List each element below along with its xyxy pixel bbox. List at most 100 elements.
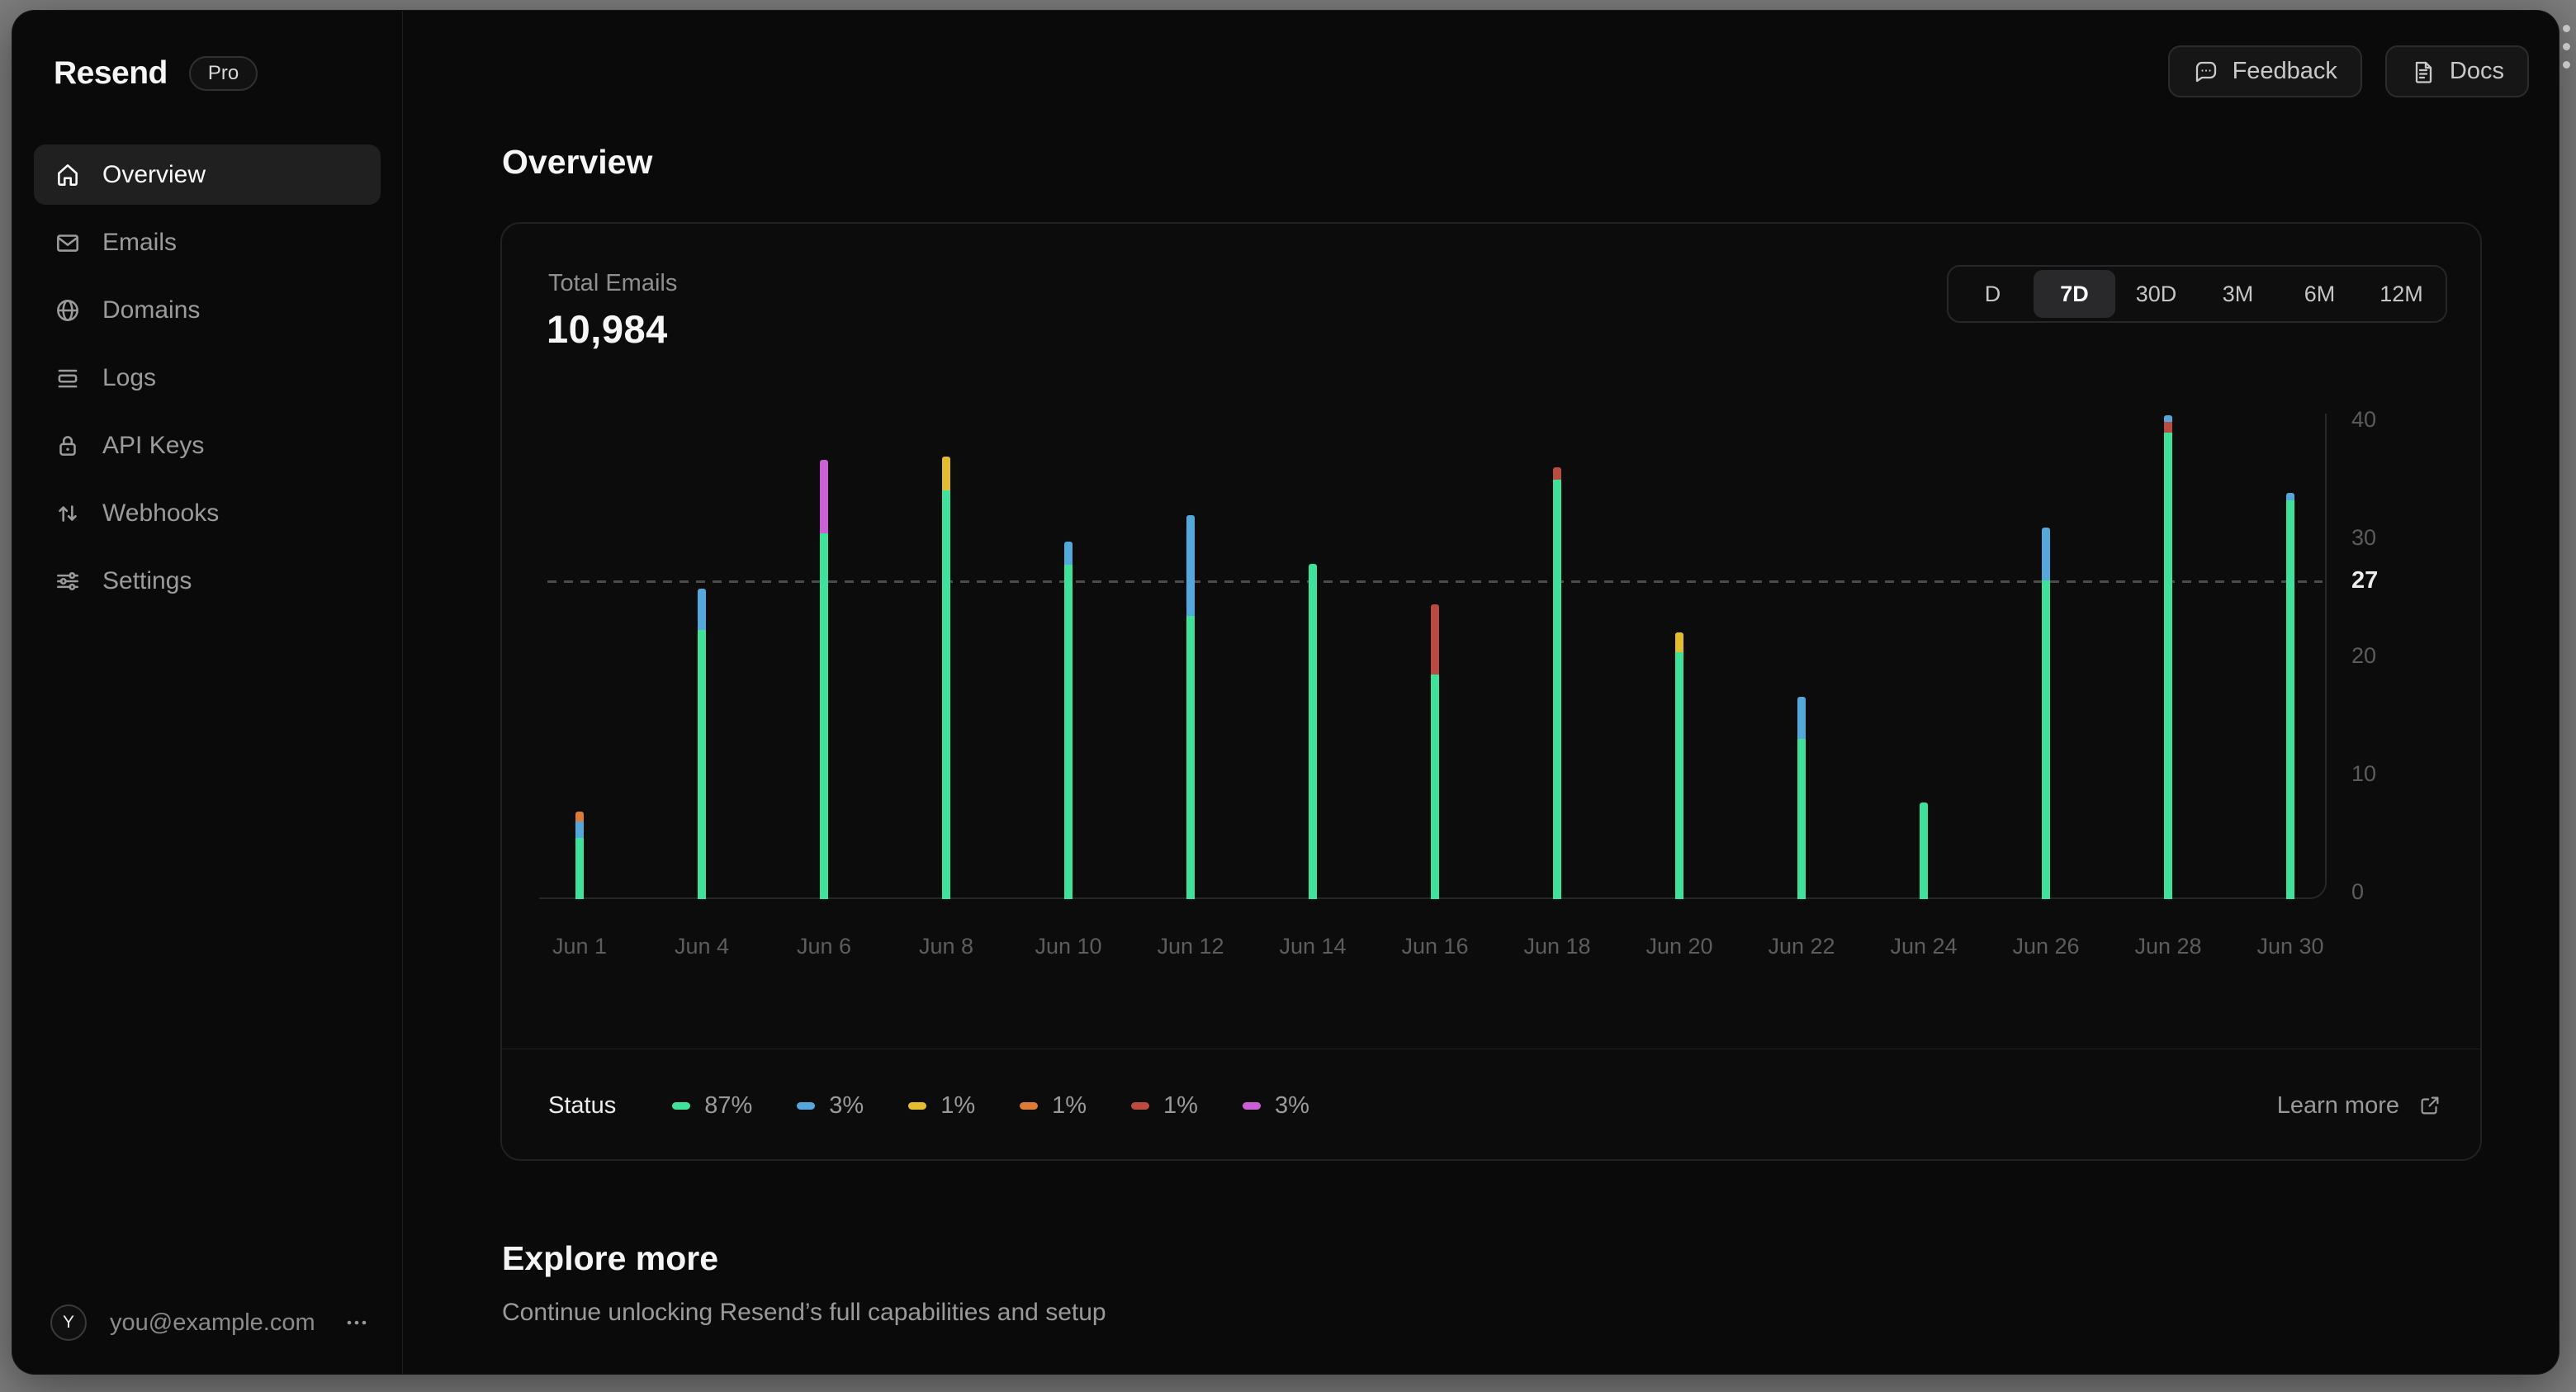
main-content: Feedback Docs Overview Total Emails 10,9… bbox=[403, 11, 2559, 1374]
home-icon bbox=[54, 161, 82, 189]
chart-bar[interactable] bbox=[2042, 527, 2050, 899]
legend-item-green: 87% bbox=[672, 1092, 752, 1120]
bar-segment-green bbox=[1431, 675, 1439, 899]
sidebar-item-label: Domains bbox=[102, 296, 201, 324]
bar-segment-green bbox=[575, 837, 584, 899]
y-axis-tick: 40 bbox=[2351, 407, 2377, 432]
chart-bar[interactable] bbox=[1675, 632, 1683, 899]
chart-bar[interactable] bbox=[820, 460, 828, 899]
speech-bubble-icon bbox=[2193, 59, 2219, 85]
avatar: Y bbox=[50, 1304, 87, 1341]
bar-segment-green bbox=[2164, 433, 2172, 899]
chart-bar[interactable] bbox=[1431, 604, 1439, 899]
chart-bar[interactable] bbox=[575, 812, 584, 899]
x-axis-label: Jun 22 bbox=[1768, 934, 1835, 959]
bar-segment-green bbox=[820, 533, 828, 899]
chart-bar[interactable] bbox=[942, 456, 950, 899]
y-axis-tick: 30 bbox=[2351, 525, 2377, 550]
x-axis-label: Jun 14 bbox=[1279, 934, 1347, 959]
status-legend: 87% 3% 1% 1% 1% 3% bbox=[672, 1092, 2276, 1120]
arrows-up-down-icon bbox=[54, 500, 82, 528]
bar-segment-green bbox=[2042, 580, 2050, 899]
bar-segment-green bbox=[1920, 802, 1928, 899]
legend-item-magenta: 3% bbox=[1242, 1091, 1309, 1120]
x-axis-label: Jun 12 bbox=[1157, 934, 1224, 959]
chart-bar[interactable] bbox=[1920, 802, 1928, 899]
sidebar-item-label: Webhooks bbox=[102, 499, 220, 527]
bar-segment-yellow bbox=[942, 456, 950, 491]
sidebar-item-logs[interactable]: Logs bbox=[34, 348, 381, 408]
bar-segment-red bbox=[2164, 422, 2172, 433]
bar-segment-green bbox=[1797, 738, 1806, 899]
legend-item-orange: 1% bbox=[1020, 1092, 1087, 1120]
sidebar-item-emails[interactable]: Emails bbox=[34, 212, 381, 272]
sidebar: Resend Pro Overview Emails Domains Logs … bbox=[12, 11, 403, 1374]
legend-item-red: 1% bbox=[1131, 1092, 1198, 1120]
sidebar-item-domains[interactable]: Domains bbox=[34, 280, 381, 340]
x-axis-label: Jun 6 bbox=[796, 934, 852, 959]
legend-title: Status bbox=[548, 1091, 617, 1119]
y-axis-tick: 10 bbox=[2351, 761, 2377, 786]
legend-item-blue: 3% bbox=[797, 1092, 864, 1120]
sidebar-item-api-keys[interactable]: API Keys bbox=[34, 415, 381, 476]
x-axis-label: Jun 4 bbox=[674, 934, 730, 959]
bar-segment-blue bbox=[2042, 527, 2050, 580]
bar-segment-green bbox=[1064, 565, 1073, 899]
lock-icon bbox=[54, 432, 82, 460]
bar-segment-orange bbox=[575, 812, 584, 821]
x-axis-label: Jun 16 bbox=[1401, 934, 1469, 959]
topbar-actions: Feedback Docs bbox=[2167, 45, 2529, 97]
bar-segment-magenta bbox=[820, 460, 828, 533]
chart-bar[interactable] bbox=[1064, 541, 1073, 899]
feedback-label: Feedback bbox=[2232, 58, 2337, 84]
chart-bar[interactable] bbox=[2164, 414, 2172, 899]
sidebar-item-webhooks[interactable]: Webhooks bbox=[34, 483, 381, 543]
bar-segment-red bbox=[1431, 604, 1439, 675]
chart-bar[interactable] bbox=[1553, 466, 1561, 899]
sidebar-item-label: Settings bbox=[102, 566, 192, 594]
legend-percent: 3% bbox=[1274, 1091, 1309, 1119]
sidebar-item-label: Logs bbox=[102, 363, 157, 391]
docs-button[interactable]: Docs bbox=[2384, 45, 2529, 97]
window-scrollbar-dots[interactable] bbox=[2563, 25, 2571, 69]
bar-segment-blue bbox=[2164, 414, 2172, 423]
ellipsis-icon[interactable] bbox=[336, 1309, 377, 1337]
app-window: Resend Pro Overview Emails Domains Logs … bbox=[12, 10, 2559, 1375]
feedback-button[interactable]: Feedback bbox=[2167, 45, 2362, 97]
legend-swatch-orange bbox=[1020, 1101, 1039, 1110]
brand-logo: Resend bbox=[54, 55, 168, 91]
chart-bar[interactable] bbox=[698, 588, 706, 899]
emails-bar-chart: Jun 1 Jun 4 Jun 6 Jun 8 Jun 10 Jun 12 Jun 14 Ju… bbox=[502, 224, 2480, 1159]
x-axis-label: Jun 10 bbox=[1035, 934, 1102, 959]
bar-segment-green bbox=[1186, 615, 1195, 899]
learn-more-link[interactable]: Learn more bbox=[2277, 1092, 2442, 1120]
chart-bar[interactable] bbox=[1797, 697, 1806, 899]
legend-swatch-red bbox=[1131, 1101, 1150, 1110]
globe-icon bbox=[54, 296, 82, 324]
bar-segment-blue bbox=[575, 821, 584, 838]
chart-bar[interactable] bbox=[1186, 515, 1195, 899]
x-axis-label: Jun 18 bbox=[1523, 934, 1591, 959]
bar-segment-blue bbox=[1064, 541, 1073, 566]
y-axis-tick: 20 bbox=[2351, 643, 2377, 668]
user-email: you@example.com bbox=[110, 1309, 315, 1336]
user-row[interactable]: Y you@example.com bbox=[50, 1304, 377, 1341]
sidebar-item-overview[interactable]: Overview bbox=[34, 144, 381, 205]
chart-bar[interactable] bbox=[2286, 493, 2294, 899]
sidebar-item-settings[interactable]: Settings bbox=[34, 551, 381, 611]
bar-segment-green bbox=[1309, 563, 1317, 899]
y-axis-highlight-value: 27 bbox=[2351, 566, 2379, 594]
card-footer: Status 87% 3% 1% 1% 1% 3% Learn more bbox=[548, 1049, 2442, 1162]
bar-segment-blue bbox=[1797, 697, 1806, 739]
bar-segment-blue bbox=[1186, 515, 1195, 616]
x-axis-label: Jun 30 bbox=[2256, 934, 2324, 959]
legend-swatch-green bbox=[672, 1101, 691, 1110]
bar-segment-green bbox=[698, 629, 706, 899]
bar-segment-blue bbox=[2286, 493, 2294, 500]
sidebar-item-label: Emails bbox=[102, 228, 178, 256]
x-axis-label: Jun 28 bbox=[2134, 934, 2202, 959]
legend-percent: 87% bbox=[704, 1091, 753, 1119]
envelope-icon bbox=[54, 229, 82, 257]
legend-percent: 1% bbox=[1052, 1091, 1087, 1119]
chart-bar[interactable] bbox=[1309, 563, 1317, 899]
